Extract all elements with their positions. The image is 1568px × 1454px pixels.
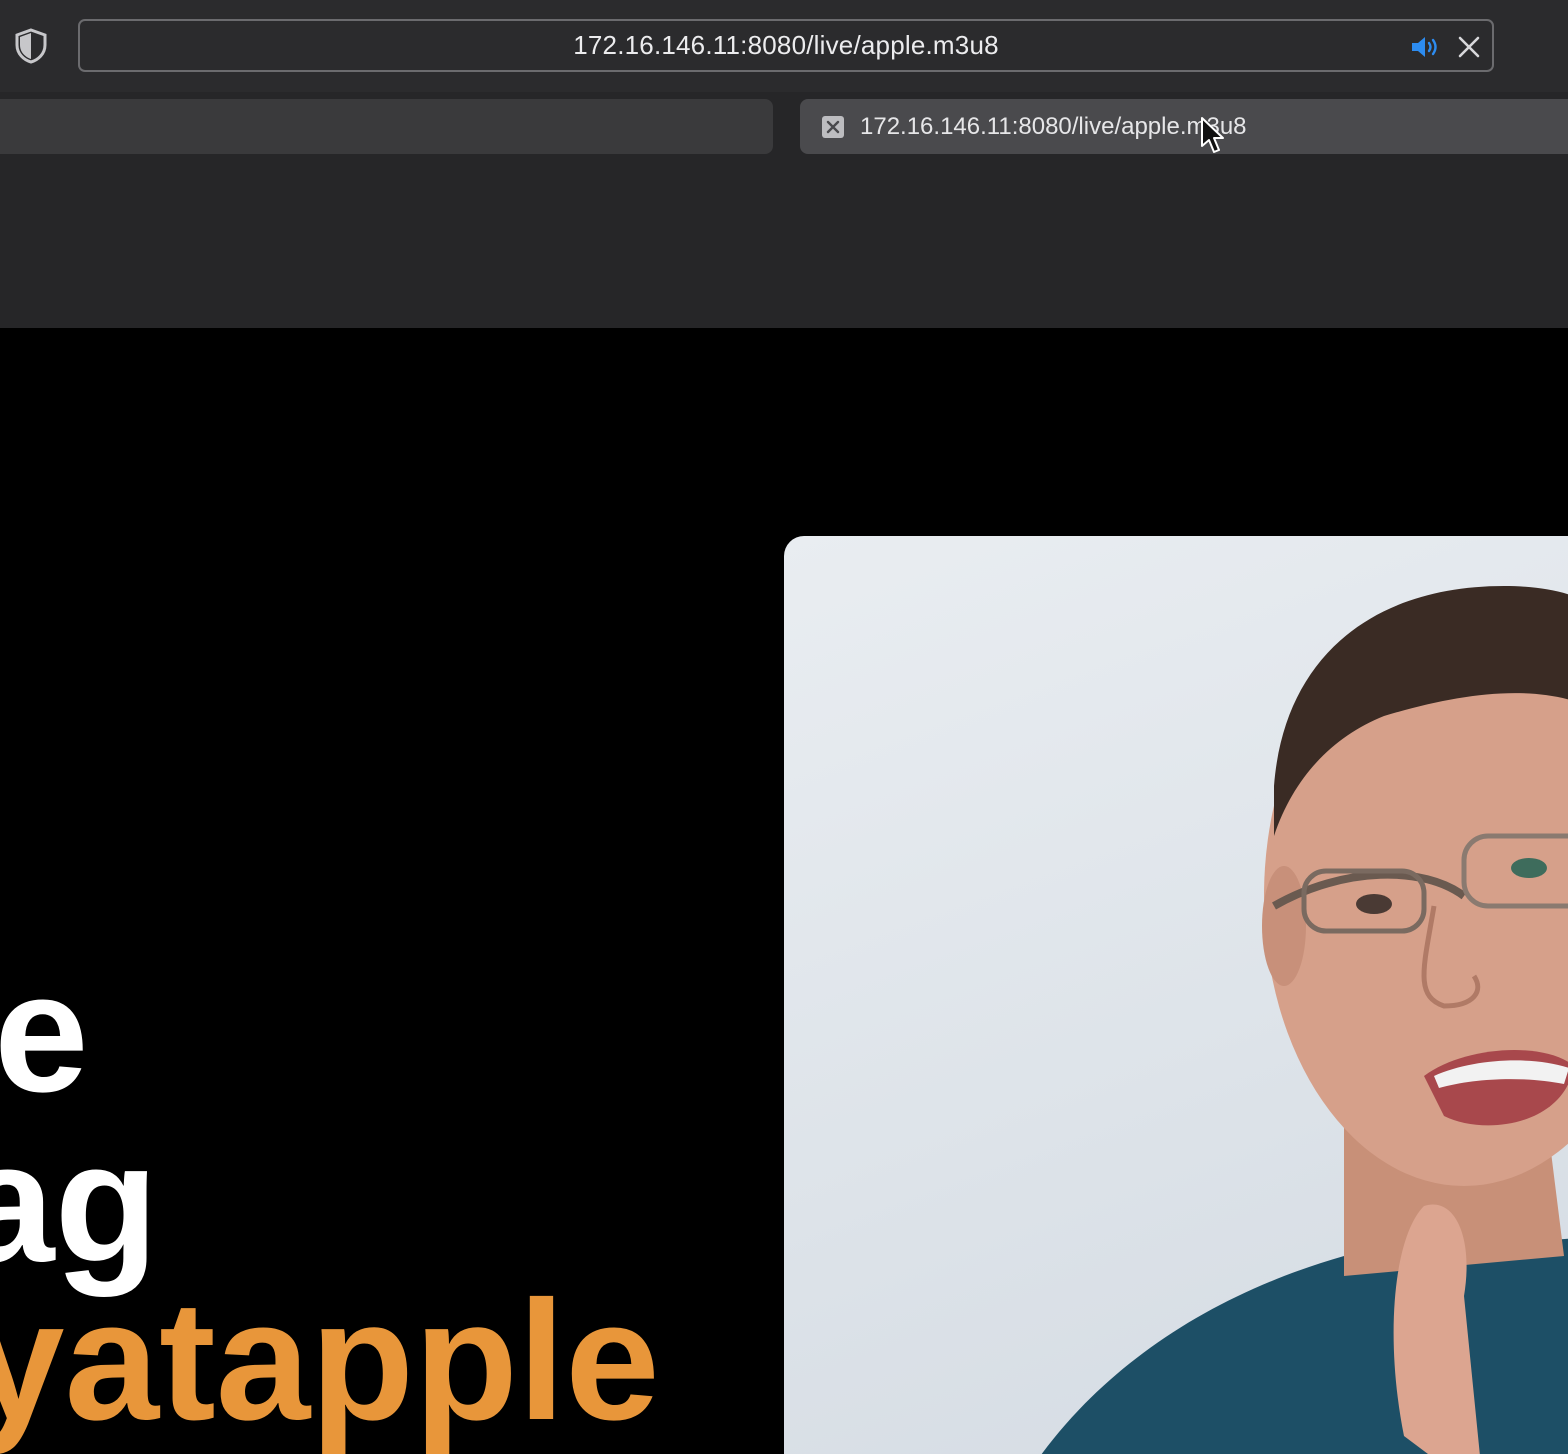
tab-active[interactable]: 172.16.146.11:8080/live/apple.m3u8: [800, 99, 1568, 154]
address-bar[interactable]: 172.16.146.11:8080/live/apple.m3u8: [78, 19, 1494, 72]
headline-line-2: ag: [0, 1108, 159, 1298]
address-url[interactable]: 172.16.146.11:8080/live/apple.m3u8: [80, 21, 1492, 70]
tab-title: 172.16.146.11:8080/live/apple.m3u8: [860, 112, 1247, 140]
shield-icon[interactable]: [14, 28, 48, 64]
headline-line-1: e: [0, 938, 89, 1128]
tab-close-icon[interactable]: [822, 116, 844, 138]
presenter-video-frame: [784, 536, 1568, 1454]
speaker-icon[interactable]: [1410, 34, 1442, 60]
headline-line-3: yatapple: [0, 1266, 660, 1454]
tab-strip: 172.16.146.11:8080/live/apple.m3u8: [0, 92, 1568, 328]
video-player[interactable]: e ag yatapple: [0, 328, 1568, 1454]
browser-toolbar: 172.16.146.11:8080/live/apple.m3u8: [0, 0, 1568, 92]
browser-window: 172.16.146.11:8080/live/apple.m3u8 172.1…: [0, 0, 1568, 1454]
mouse-cursor-icon: [1200, 116, 1226, 156]
presenter-image: [1041, 586, 1568, 1454]
tab-previous[interactable]: [0, 99, 773, 154]
close-icon[interactable]: [1456, 34, 1482, 60]
